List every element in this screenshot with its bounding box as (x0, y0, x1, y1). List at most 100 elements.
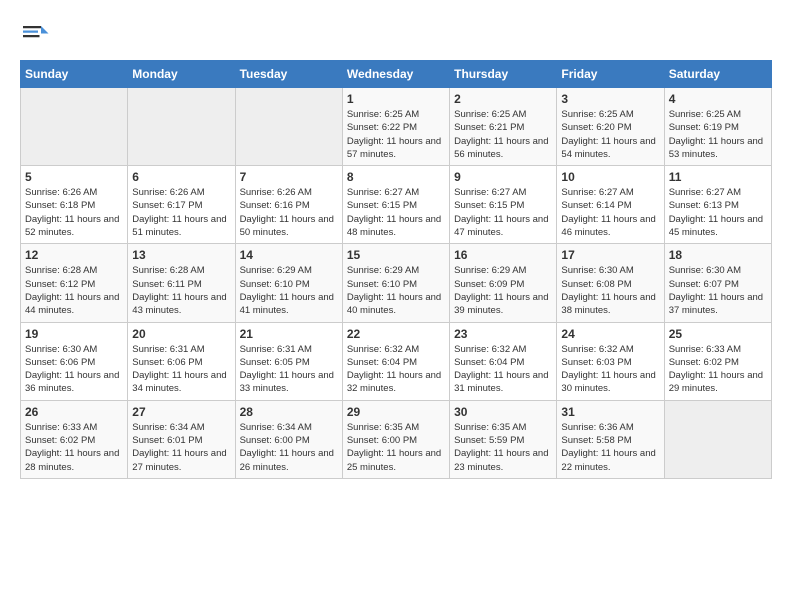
calendar-cell: 21Sunrise: 6:31 AM Sunset: 6:05 PM Dayli… (235, 322, 342, 400)
calendar-cell: 23 Sunrise: 6:32 AM Sunset: 6:04 PM Dayli… (450, 322, 557, 400)
day-info: Sunrise: 6:27 AM Sunset: 6:15 PM Dayligh… (454, 186, 552, 239)
week-row-5: 26Sunrise: 6:33 AM Sunset: 6:02 PM Dayli… (21, 400, 772, 478)
header-row: SundayMondayTuesdayWednesdayThursdayFrid… (21, 61, 772, 88)
day-number: 15 (347, 248, 445, 262)
day-info: Sunrise: 6:25 AM Sunset: 6:20 PM Dayligh… (561, 108, 659, 161)
calendar-cell: 10 Sunrise: 6:27 AM Sunset: 6:14 PM Dayli… (557, 166, 664, 244)
calendar-cell: 7Sunrise: 6:26 AM Sunset: 6:16 PM Daylig… (235, 166, 342, 244)
calendar-cell (128, 88, 235, 166)
day-info: Sunrise: 6:35 AM Sunset: 6:00 PM Dayligh… (347, 421, 445, 474)
day-info: Sunrise: 6:34 AM Sunset: 6:00 PM Dayligh… (240, 421, 338, 474)
day-number: 14 (240, 248, 338, 262)
day-number: 2 (454, 92, 552, 106)
day-info: Sunrise: 6:31 AM Sunset: 6:05 PM Dayligh… (240, 343, 338, 396)
day-number: 8 (347, 170, 445, 184)
header-cell-monday: Monday (128, 61, 235, 88)
day-info: Sunrise: 6:30 AM Sunset: 6:08 PM Dayligh… (561, 264, 659, 317)
day-number: 25 (669, 327, 767, 341)
calendar-cell (664, 400, 771, 478)
day-number: 18 (669, 248, 767, 262)
day-number: 3 (561, 92, 659, 106)
day-number: 9 (454, 170, 552, 184)
header-cell-friday: Friday (557, 61, 664, 88)
header-cell-thursday: Thursday (450, 61, 557, 88)
day-number: 19 (25, 327, 123, 341)
day-number: 4 (669, 92, 767, 106)
week-row-2: 5 Sunrise: 6:26 AM Sunset: 6:18 PM Daylig… (21, 166, 772, 244)
calendar-cell: 25 Sunrise: 6:33 AM Sunset: 6:02 PM Dayli… (664, 322, 771, 400)
week-row-4: 19 Sunrise: 6:30 AM Sunset: 6:06 PM Dayli… (21, 322, 772, 400)
calendar-cell: 30Sunrise: 6:35 AM Sunset: 5:59 PM Dayli… (450, 400, 557, 478)
calendar-cell: 18 Sunrise: 6:30 AM Sunset: 6:07 PM Dayli… (664, 244, 771, 322)
day-info: Sunrise: 6:25 AM Sunset: 6:21 PM Dayligh… (454, 108, 552, 161)
day-number: 27 (132, 405, 230, 419)
calendar-cell: 16Sunrise: 6:29 AM Sunset: 6:09 PM Dayli… (450, 244, 557, 322)
day-info: Sunrise: 6:32 AM Sunset: 6:03 PM Dayligh… (561, 343, 659, 396)
calendar-cell: 8 Sunrise: 6:27 AM Sunset: 6:15 PM Daylig… (342, 166, 449, 244)
calendar-cell: 15 Sunrise: 6:29 AM Sunset: 6:10 PM Dayli… (342, 244, 449, 322)
day-info: Sunrise: 6:29 AM Sunset: 6:10 PM Dayligh… (347, 264, 445, 317)
calendar-cell (235, 88, 342, 166)
day-number: 6 (132, 170, 230, 184)
day-info: Sunrise: 6:27 AM Sunset: 6:14 PM Dayligh… (561, 186, 659, 239)
calendar-cell: 13Sunrise: 6:28 AM Sunset: 6:11 PM Dayli… (128, 244, 235, 322)
logo-icon (20, 20, 50, 50)
calendar-header: SundayMondayTuesdayWednesdayThursdayFrid… (21, 61, 772, 88)
day-info: Sunrise: 6:29 AM Sunset: 6:10 PM Dayligh… (240, 264, 338, 317)
day-number: 13 (132, 248, 230, 262)
day-number: 12 (25, 248, 123, 262)
calendar-cell: 6 Sunrise: 6:26 AM Sunset: 6:17 PM Daylig… (128, 166, 235, 244)
day-info: Sunrise: 6:32 AM Sunset: 6:04 PM Dayligh… (347, 343, 445, 396)
calendar-cell: 29 Sunrise: 6:35 AM Sunset: 6:00 PM Dayli… (342, 400, 449, 478)
day-info: Sunrise: 6:36 AM Sunset: 5:58 PM Dayligh… (561, 421, 659, 474)
calendar-cell: 24 Sunrise: 6:32 AM Sunset: 6:03 PM Dayli… (557, 322, 664, 400)
header-cell-saturday: Saturday (664, 61, 771, 88)
calendar-cell (21, 88, 128, 166)
day-number: 22 (347, 327, 445, 341)
calendar-cell: 17 Sunrise: 6:30 AM Sunset: 6:08 PM Dayli… (557, 244, 664, 322)
calendar-cell: 26Sunrise: 6:33 AM Sunset: 6:02 PM Dayli… (21, 400, 128, 478)
day-info: Sunrise: 6:26 AM Sunset: 6:17 PM Dayligh… (132, 186, 230, 239)
day-info: Sunrise: 6:25 AM Sunset: 6:22 PM Dayligh… (347, 108, 445, 161)
day-info: Sunrise: 6:33 AM Sunset: 6:02 PM Dayligh… (25, 421, 123, 474)
week-row-3: 12 Sunrise: 6:28 AM Sunset: 6:12 PM Dayli… (21, 244, 772, 322)
week-row-1: 1Sunrise: 6:25 AM Sunset: 6:22 PM Daylig… (21, 88, 772, 166)
calendar-cell: 2 Sunrise: 6:25 AM Sunset: 6:21 PM Daylig… (450, 88, 557, 166)
calendar-cell: 1Sunrise: 6:25 AM Sunset: 6:22 PM Daylig… (342, 88, 449, 166)
day-info: Sunrise: 6:35 AM Sunset: 5:59 PM Dayligh… (454, 421, 552, 474)
logo (20, 20, 54, 50)
day-info: Sunrise: 6:31 AM Sunset: 6:06 PM Dayligh… (132, 343, 230, 396)
day-info: Sunrise: 6:26 AM Sunset: 6:16 PM Dayligh… (240, 186, 338, 239)
calendar-cell: 9 Sunrise: 6:27 AM Sunset: 6:15 PM Daylig… (450, 166, 557, 244)
calendar-cell: 22 Sunrise: 6:32 AM Sunset: 6:04 PM Dayli… (342, 322, 449, 400)
day-number: 10 (561, 170, 659, 184)
calendar-body: 1Sunrise: 6:25 AM Sunset: 6:22 PM Daylig… (21, 88, 772, 479)
day-info: Sunrise: 6:27 AM Sunset: 6:13 PM Dayligh… (669, 186, 767, 239)
day-info: Sunrise: 6:34 AM Sunset: 6:01 PM Dayligh… (132, 421, 230, 474)
day-info: Sunrise: 6:32 AM Sunset: 6:04 PM Dayligh… (454, 343, 552, 396)
day-info: Sunrise: 6:30 AM Sunset: 6:07 PM Dayligh… (669, 264, 767, 317)
calendar-cell: 5 Sunrise: 6:26 AM Sunset: 6:18 PM Daylig… (21, 166, 128, 244)
day-number: 20 (132, 327, 230, 341)
day-info: Sunrise: 6:33 AM Sunset: 6:02 PM Dayligh… (669, 343, 767, 396)
day-info: Sunrise: 6:28 AM Sunset: 6:12 PM Dayligh… (25, 264, 123, 317)
calendar-table: SundayMondayTuesdayWednesdayThursdayFrid… (20, 60, 772, 479)
calendar-cell: 4 Sunrise: 6:25 AM Sunset: 6:19 PM Daylig… (664, 88, 771, 166)
day-number: 5 (25, 170, 123, 184)
day-info: Sunrise: 6:26 AM Sunset: 6:18 PM Dayligh… (25, 186, 123, 239)
day-info: Sunrise: 6:25 AM Sunset: 6:19 PM Dayligh… (669, 108, 767, 161)
calendar-cell: 12 Sunrise: 6:28 AM Sunset: 6:12 PM Dayli… (21, 244, 128, 322)
day-number: 29 (347, 405, 445, 419)
calendar-cell: 14 Sunrise: 6:29 AM Sunset: 6:10 PM Dayli… (235, 244, 342, 322)
day-number: 28 (240, 405, 338, 419)
header-cell-tuesday: Tuesday (235, 61, 342, 88)
calendar-cell: 11Sunrise: 6:27 AM Sunset: 6:13 PM Dayli… (664, 166, 771, 244)
header-cell-sunday: Sunday (21, 61, 128, 88)
calendar-cell: 28 Sunrise: 6:34 AM Sunset: 6:00 PM Dayli… (235, 400, 342, 478)
day-number: 23 (454, 327, 552, 341)
day-info: Sunrise: 6:27 AM Sunset: 6:15 PM Dayligh… (347, 186, 445, 239)
day-info: Sunrise: 6:30 AM Sunset: 6:06 PM Dayligh… (25, 343, 123, 396)
day-number: 17 (561, 248, 659, 262)
day-number: 31 (561, 405, 659, 419)
day-number: 24 (561, 327, 659, 341)
